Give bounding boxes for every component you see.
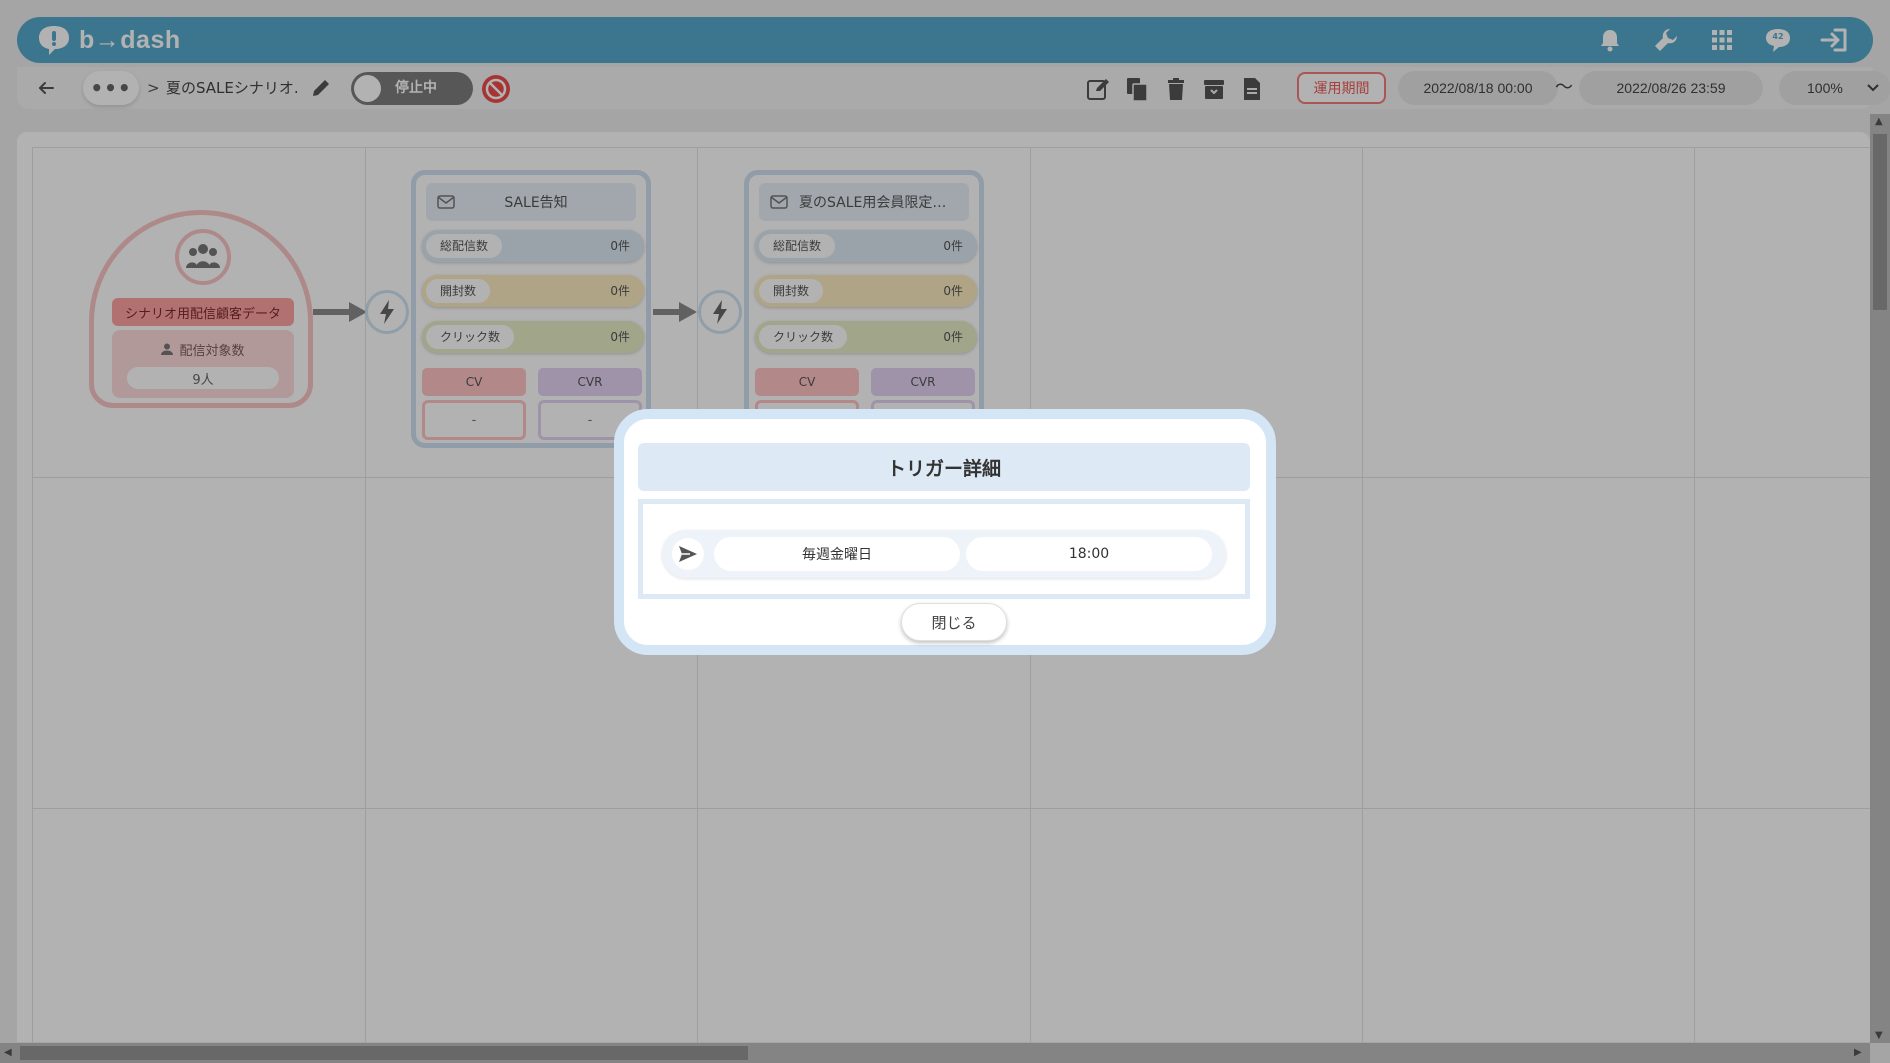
modal-body: 毎週金曜日 18:00	[638, 499, 1250, 599]
schedule-time-field: 18:00	[966, 537, 1212, 571]
schedule-day-field: 毎週金曜日	[714, 537, 960, 571]
trigger-schedule-row: 毎週金曜日 18:00	[662, 530, 1226, 578]
modal-title: トリガー詳細	[638, 443, 1250, 491]
close-button[interactable]: 閉じる	[901, 603, 1007, 641]
trigger-detail-modal: トリガー詳細 毎週金曜日 18:00 閉じる	[614, 409, 1276, 655]
send-icon	[672, 538, 704, 570]
